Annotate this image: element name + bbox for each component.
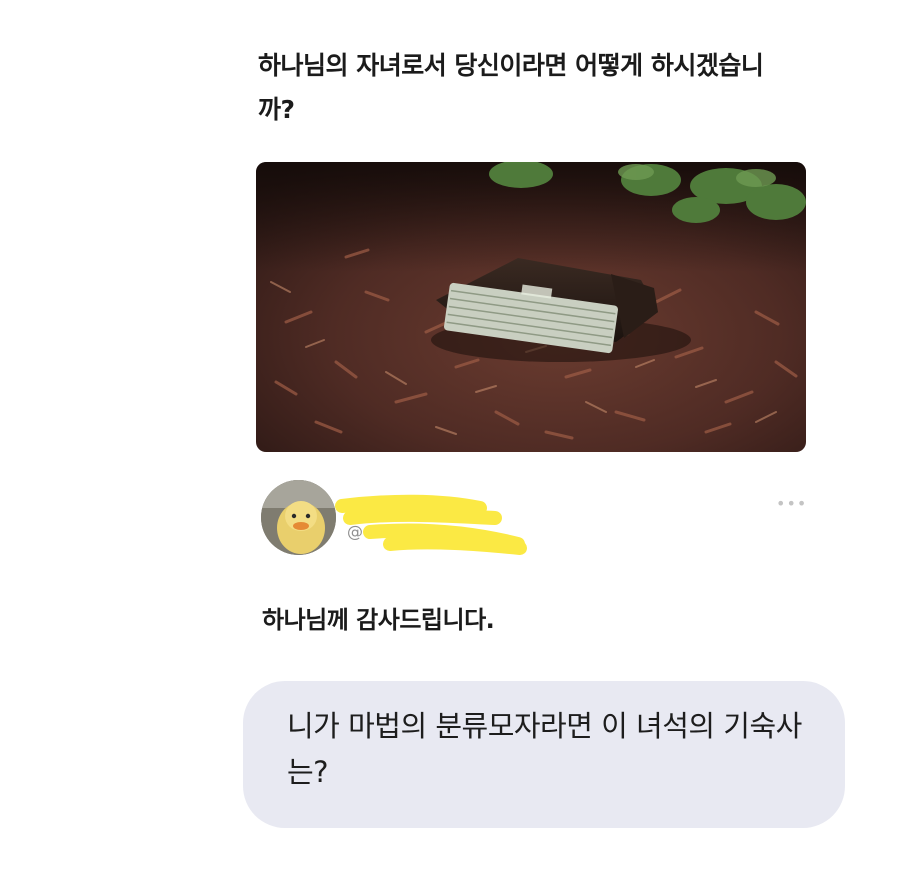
wallet-with-cash-photo bbox=[256, 162, 806, 452]
post-caption: 하나님의 자녀로서 당신이라면 어떻게 하시겠습니까? bbox=[258, 51, 764, 124]
chat-bubble[interactable]: 니가 마법의 분류모자라면 이 녀석의 기숙사는? bbox=[243, 681, 845, 828]
duckling-avatar bbox=[261, 480, 336, 555]
reply-text: 하나님께 감사드립니다. bbox=[262, 606, 495, 634]
more-dots-icon[interactable]: ••• bbox=[776, 494, 807, 514]
chat-bubble-text: 니가 마법의 분류모자라면 이 녀석의 기숙사는? bbox=[287, 709, 802, 789]
post-photo[interactable] bbox=[256, 162, 806, 452]
screenshot-page: 하나님의 자녀로서 당신이라면 어떻게 하시겠습니까? @ ••• 하나님께 감… bbox=[0, 0, 900, 876]
user-avatar[interactable] bbox=[261, 480, 336, 555]
name-redaction-scribble bbox=[335, 494, 527, 555]
